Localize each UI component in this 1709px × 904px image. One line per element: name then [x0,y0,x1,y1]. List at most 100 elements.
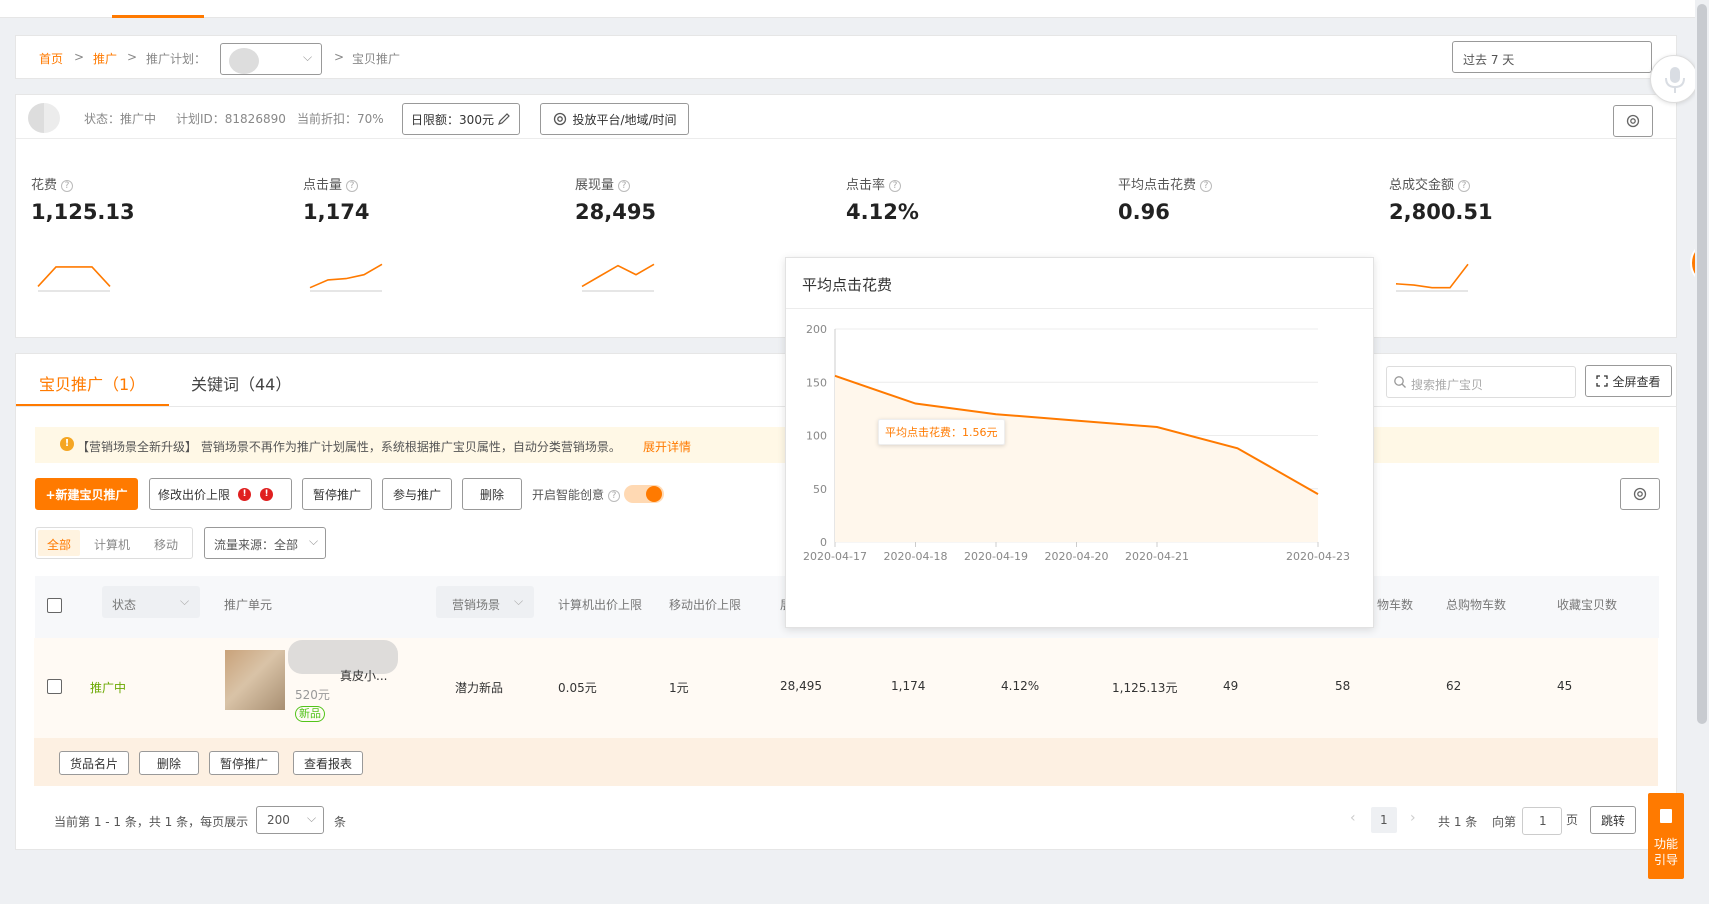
prev-page-icon[interactable]: ‹ [1350,810,1356,826]
column-header-cart: 物车数 [1377,598,1414,612]
current-page[interactable]: 1 [1371,807,1397,833]
x-tick-label: 2020-04-20 [1045,550,1109,563]
product-card-label: 货品名片 [69,756,118,771]
column-header-pc-bid: 计算机出价上限 [558,598,643,612]
page-size-select[interactable]: 200 ⌵ [256,806,324,834]
pencil-icon [498,113,510,125]
breadcrumb-bar: 首页 > 推广 > 推广计划： ⌵ > 宝贝推广 过去 7 天 [15,35,1677,79]
active-tab-underline [112,15,204,18]
row-pause-button[interactable]: 暂停推广 [209,751,279,775]
select-all-checkbox[interactable] [47,598,62,613]
x-tick-label: 2020-04-21 [1125,550,1189,563]
tab-items[interactable]: 宝贝推广（1） [16,354,169,406]
top-header [0,0,1709,18]
metric-label: 展现量? [575,174,631,193]
guide-line1: 功能 [1654,837,1679,851]
guide-line2: 引导 [1654,853,1679,867]
y-tick-label: 0 [820,536,827,549]
row-delete-button[interactable]: 删除 [139,751,199,775]
pagination-total: 共 1 条 [1438,815,1478,829]
product-thumbnail[interactable] [225,650,285,710]
product-title[interactable]: 真皮小... [340,667,387,684]
guide-button[interactable]: 功能 引导 [1648,793,1684,879]
page-size-unit: 条 [334,815,347,829]
chevron-down-icon: ⌵ [303,50,313,64]
smart-creative-toggle[interactable] [624,485,664,503]
chevron-down-icon: ⌵ [180,594,190,608]
sparkline-line [309,263,383,289]
date-range-value: 过去 7 天 [1463,53,1515,67]
alert-icon: ! [238,487,252,501]
row-ctr: 4.12% [1001,679,1040,693]
modify-bid-button[interactable]: 修改出价上限 ! ! [149,478,292,510]
search-input[interactable]: 搜索推广宝贝 [1386,366,1576,398]
row-mobile-bid[interactable]: 1元 [669,679,689,696]
new-item-promo-button[interactable]: +新建宝贝推广 [35,478,138,510]
metric-value: 1,174 [303,200,370,224]
pause-promo-label: 暂停推广 [312,487,361,502]
metric-value: 4.12% [846,200,919,224]
tab-keywords[interactable]: 关键词（44） [191,354,311,406]
settings-button[interactable] [1613,105,1653,137]
daily-limit-button[interactable]: 日限额：300元 [402,103,520,135]
status-header-select[interactable]: 状态 ⌵ [102,586,200,618]
table-settings-button[interactable] [1620,478,1660,510]
plan-select[interactable]: ⌵ [220,43,322,75]
traffic-source-select[interactable]: 流量来源：全部 ⌵ [204,527,326,559]
microphone-icon [1665,67,1685,93]
filter-mobile[interactable]: 移动 [154,536,178,553]
view-report-label: 查看报表 [303,756,352,771]
scrollbar-thumb[interactable] [1697,4,1707,724]
help-icon: ? [608,489,621,502]
row-pause-label: 暂停推广 [219,756,268,771]
product-card-button[interactable]: 货品名片 [59,751,129,775]
gear-icon [554,112,567,126]
help-icon: ? [61,179,74,192]
metric-label: 总成交金额? [1389,174,1471,193]
metric-value: 2,800.51 [1389,200,1493,224]
gear-icon [1633,487,1647,501]
chevron-down-icon: ⌵ [309,534,319,548]
book-icon [1660,809,1672,823]
view-report-button[interactable]: 查看报表 [293,751,363,775]
goto-page-input[interactable]: 1 [1522,807,1562,835]
microphone-widget[interactable] [1650,55,1698,103]
popup-title: 平均点击花费 [802,276,893,294]
sparkline-gmv [1395,263,1469,292]
join-promo-label: 参与推广 [392,487,441,502]
filter-all[interactable]: 全部 [38,530,80,556]
expand-icon [1596,375,1609,387]
delete-button[interactable]: 删除 [462,478,522,510]
platform-region-time-button[interactable]: 投放平台/地域/时间 [540,103,689,135]
sparkline-line [37,266,111,287]
alert-icon: ! [260,487,274,501]
notice-text: 【营销场景全新升级】 营销场景不再作为推广计划属性，系统根据推广宝贝属性，自动分… [77,440,621,454]
column-header-total-cart: 总购物车数 [1446,598,1507,612]
new-product-badge: 新品 [295,706,325,722]
plan-avatar [28,103,60,133]
date-range-select[interactable]: 过去 7 天 [1452,41,1652,73]
fullscreen-button[interactable]: 全屏查看 [1585,365,1672,397]
right-scrollbar[interactable] [1695,0,1709,904]
help-icon: ? [346,179,359,192]
pause-promo-button[interactable]: 暂停推广 [302,478,372,510]
row-pc-bid[interactable]: 0.05元 [558,679,597,696]
row-checkbox[interactable] [47,679,62,694]
row-col-45: 45 [1557,679,1573,693]
sparkline-cost [37,266,111,292]
y-tick-label: 50 [813,483,827,496]
join-promo-button[interactable]: 参与推广 [382,478,452,510]
toggle-knob [646,486,662,502]
gear-icon [1626,114,1640,128]
next-page-icon[interactable]: › [1410,810,1416,826]
scene-header-select[interactable]: 营销场景 ⌵ [436,586,534,618]
breadcrumb-home[interactable]: 首页 [39,50,63,67]
y-tick-label: 200 [806,323,827,336]
filter-pc[interactable]: 计算机 [94,536,130,553]
x-tick-label: 2020-04-17 [803,550,867,563]
search-placeholder: 搜索推广宝贝 [1411,378,1484,392]
current-page-number: 1 [1380,813,1388,827]
breadcrumb-promo[interactable]: 推广 [93,50,117,67]
notice-expand-link[interactable]: 展开详情 [643,438,691,455]
goto-button[interactable]: 跳转 [1590,806,1636,834]
